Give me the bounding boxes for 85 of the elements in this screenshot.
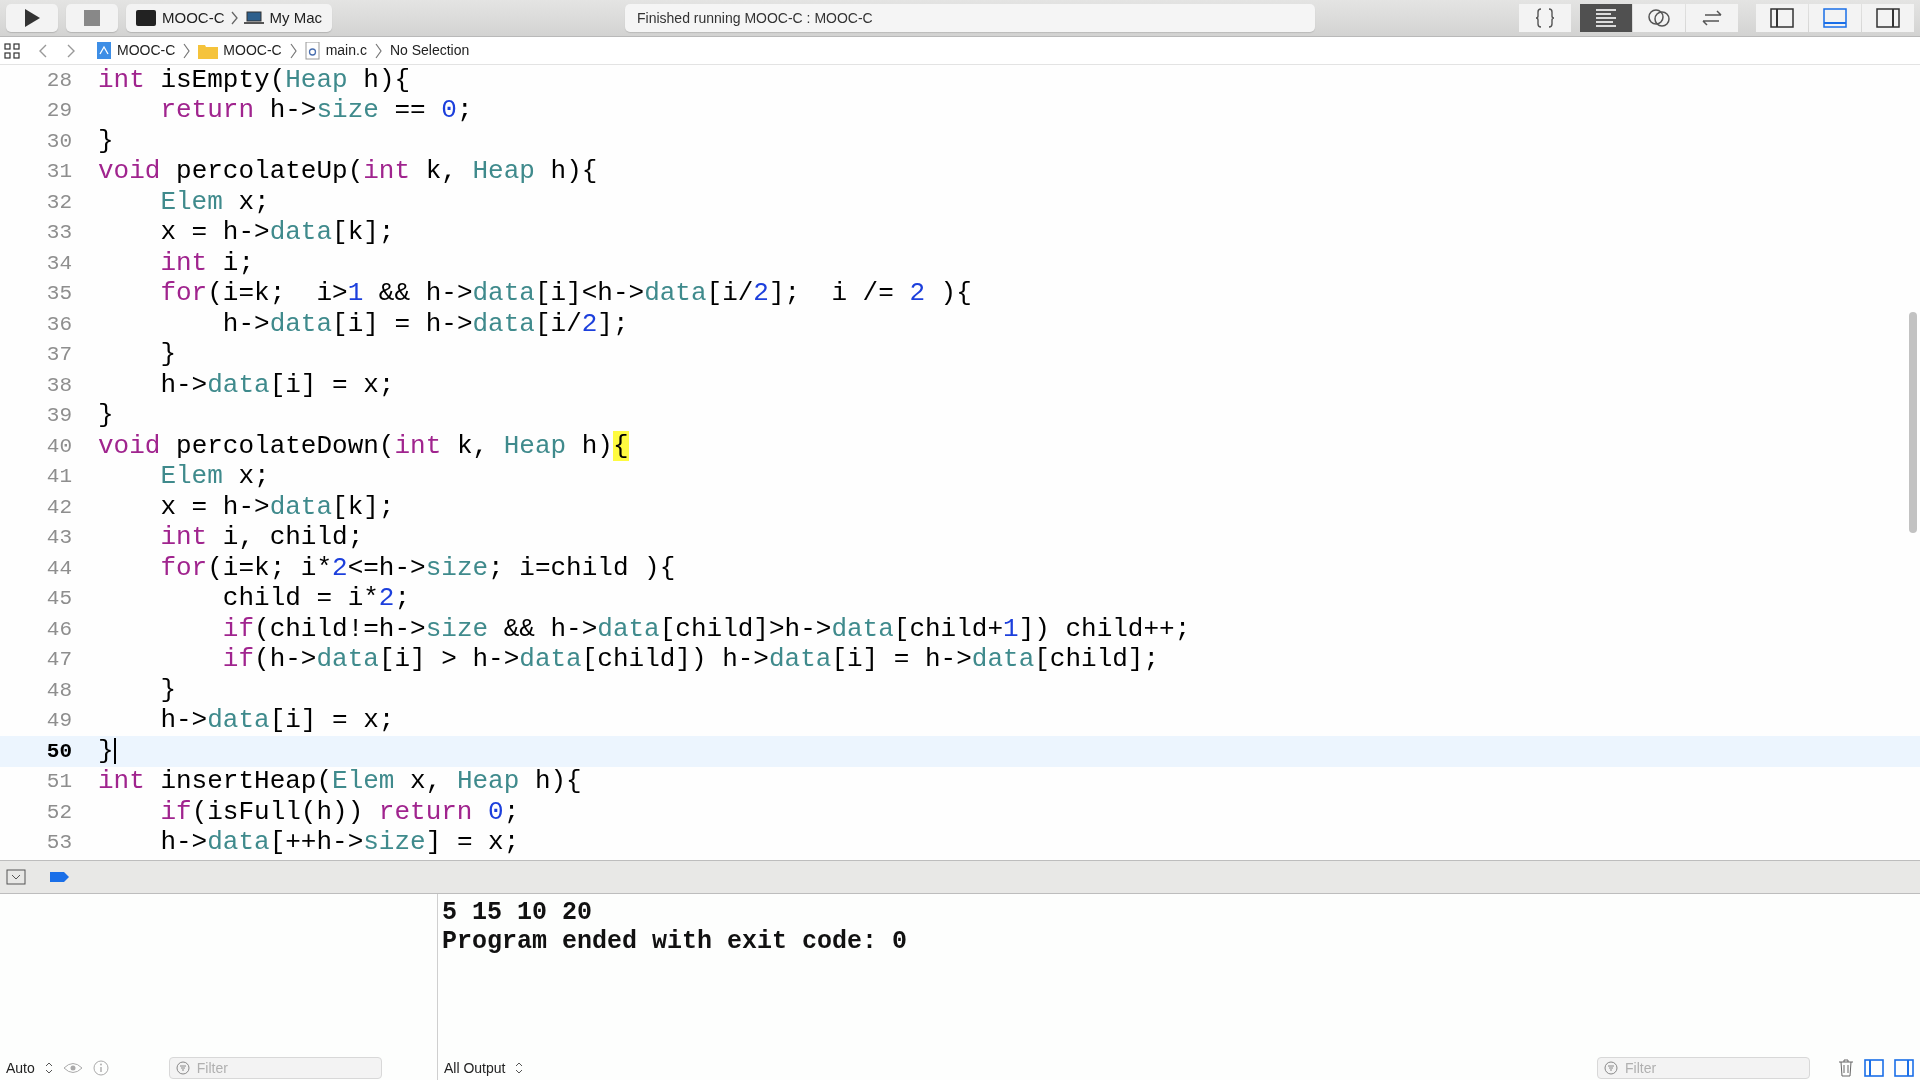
grid-icon[interactable] xyxy=(4,42,20,59)
filter-icon xyxy=(1604,1061,1618,1075)
breadcrumb-item[interactable]: No Selection xyxy=(387,40,472,61)
chevron-icon xyxy=(374,42,382,59)
line-number: 51 xyxy=(45,769,72,795)
line-number: 38 xyxy=(45,372,72,399)
console-output-line: Program ended with exit code: 0 xyxy=(442,927,909,956)
filter-field[interactable]: Filter xyxy=(1597,1057,1810,1079)
chevron-icon xyxy=(183,42,191,59)
filter-icon xyxy=(175,1061,190,1075)
line-number: 35 xyxy=(45,281,72,307)
updown-icon xyxy=(44,1061,53,1075)
scheme-name[interactable]: MOOC-C xyxy=(162,6,225,30)
line-number: 48 xyxy=(45,677,72,704)
c-file-icon xyxy=(304,41,321,60)
line-number: 53 xyxy=(45,830,72,856)
line-number: 28 xyxy=(45,67,72,94)
line-number: 44 xyxy=(45,555,72,582)
line-number: 50 xyxy=(45,738,72,765)
stop-button[interactable] xyxy=(66,4,118,32)
line-number: 41 xyxy=(45,464,72,490)
project-file-icon xyxy=(96,41,112,60)
left-panel-icon xyxy=(1769,6,1795,30)
console-output-line: 5 15 10 20 xyxy=(442,898,594,927)
breadcrumb-item[interactable]: main.c xyxy=(302,40,369,61)
code-line: if(h->data[i] > h->data[child]) h->data[i] = h->data[child]; xyxy=(221,643,1160,677)
line-number: 32 xyxy=(45,189,72,216)
hide-panel-button[interactable] xyxy=(6,869,26,885)
line-number: 36 xyxy=(45,311,72,338)
line-number: 30 xyxy=(45,128,72,155)
terminal-icon xyxy=(136,10,156,26)
code-line: return h->size == 0; xyxy=(159,94,473,128)
line-number: 39 xyxy=(45,403,72,429)
split-right-icon[interactable] xyxy=(1894,1059,1914,1077)
chevron-icon xyxy=(289,42,297,59)
code-line: h->data[++h->size] = x; xyxy=(159,826,520,860)
run-button[interactable] xyxy=(6,4,58,32)
filter-field[interactable]: Filter xyxy=(168,1057,382,1079)
destination-name[interactable]: My Mac xyxy=(269,6,322,30)
editor-mode-button[interactable] xyxy=(1633,4,1685,32)
line-number: 33 xyxy=(45,220,72,246)
editor-mode-button[interactable] xyxy=(1519,4,1571,32)
code-line: } xyxy=(98,124,114,158)
editor-mode-button[interactable] xyxy=(1686,4,1738,32)
line-number: 37 xyxy=(45,342,72,368)
panel-toggle-button[interactable] xyxy=(1756,4,1808,32)
filter-input[interactable]: Filter xyxy=(194,1056,375,1080)
breadcrumb-item[interactable]: MOOC-C xyxy=(196,40,284,61)
code-line: } xyxy=(98,734,114,768)
line-number: 34 xyxy=(45,250,72,277)
panel-toggle-button[interactable] xyxy=(1809,4,1861,32)
line-number: 46 xyxy=(45,616,72,643)
trash-icon[interactable] xyxy=(1838,1059,1854,1077)
line-number: 31 xyxy=(45,159,72,185)
bottom-panel-icon xyxy=(1822,6,1848,30)
back-button[interactable] xyxy=(38,42,48,59)
laptop-icon xyxy=(243,11,264,25)
play-icon xyxy=(23,8,41,28)
breadcrumb-item[interactable]: MOOC-C xyxy=(94,40,178,61)
output-scope-popup[interactable]: All Output xyxy=(444,1057,506,1079)
line-number: 40 xyxy=(45,433,72,460)
split-left-icon[interactable] xyxy=(1864,1059,1884,1077)
text-cursor xyxy=(113,738,116,765)
panel-toggle-button[interactable] xyxy=(1862,4,1914,32)
stop-icon xyxy=(84,10,100,26)
line-number: 43 xyxy=(45,525,72,551)
line-number: 29 xyxy=(45,98,72,124)
updown-icon xyxy=(515,1061,524,1075)
line-number: 52 xyxy=(45,799,72,826)
scope-popup[interactable]: Auto xyxy=(6,1057,35,1079)
right-panel-icon xyxy=(1875,6,1901,30)
breakpoints-toggle[interactable] xyxy=(50,871,70,883)
code-line: h->data[i] = x; xyxy=(159,704,395,738)
line-number: 49 xyxy=(45,708,72,734)
activity-status: Finished running MOOC-C : MOOC-C xyxy=(625,4,1315,32)
line-number: 42 xyxy=(45,494,72,521)
editor-mode-button[interactable] xyxy=(1580,4,1632,32)
code-line: } xyxy=(159,673,176,707)
scrollbar-thumb[interactable] xyxy=(1909,312,1917,533)
line-number: 45 xyxy=(45,586,72,612)
forward-button[interactable] xyxy=(66,42,76,59)
chevron-icon xyxy=(230,11,238,25)
code-line: int isEmpty(Heap h){ xyxy=(98,65,411,97)
line-number: 47 xyxy=(45,647,72,673)
filter-input[interactable]: Filter xyxy=(1623,1056,1803,1080)
